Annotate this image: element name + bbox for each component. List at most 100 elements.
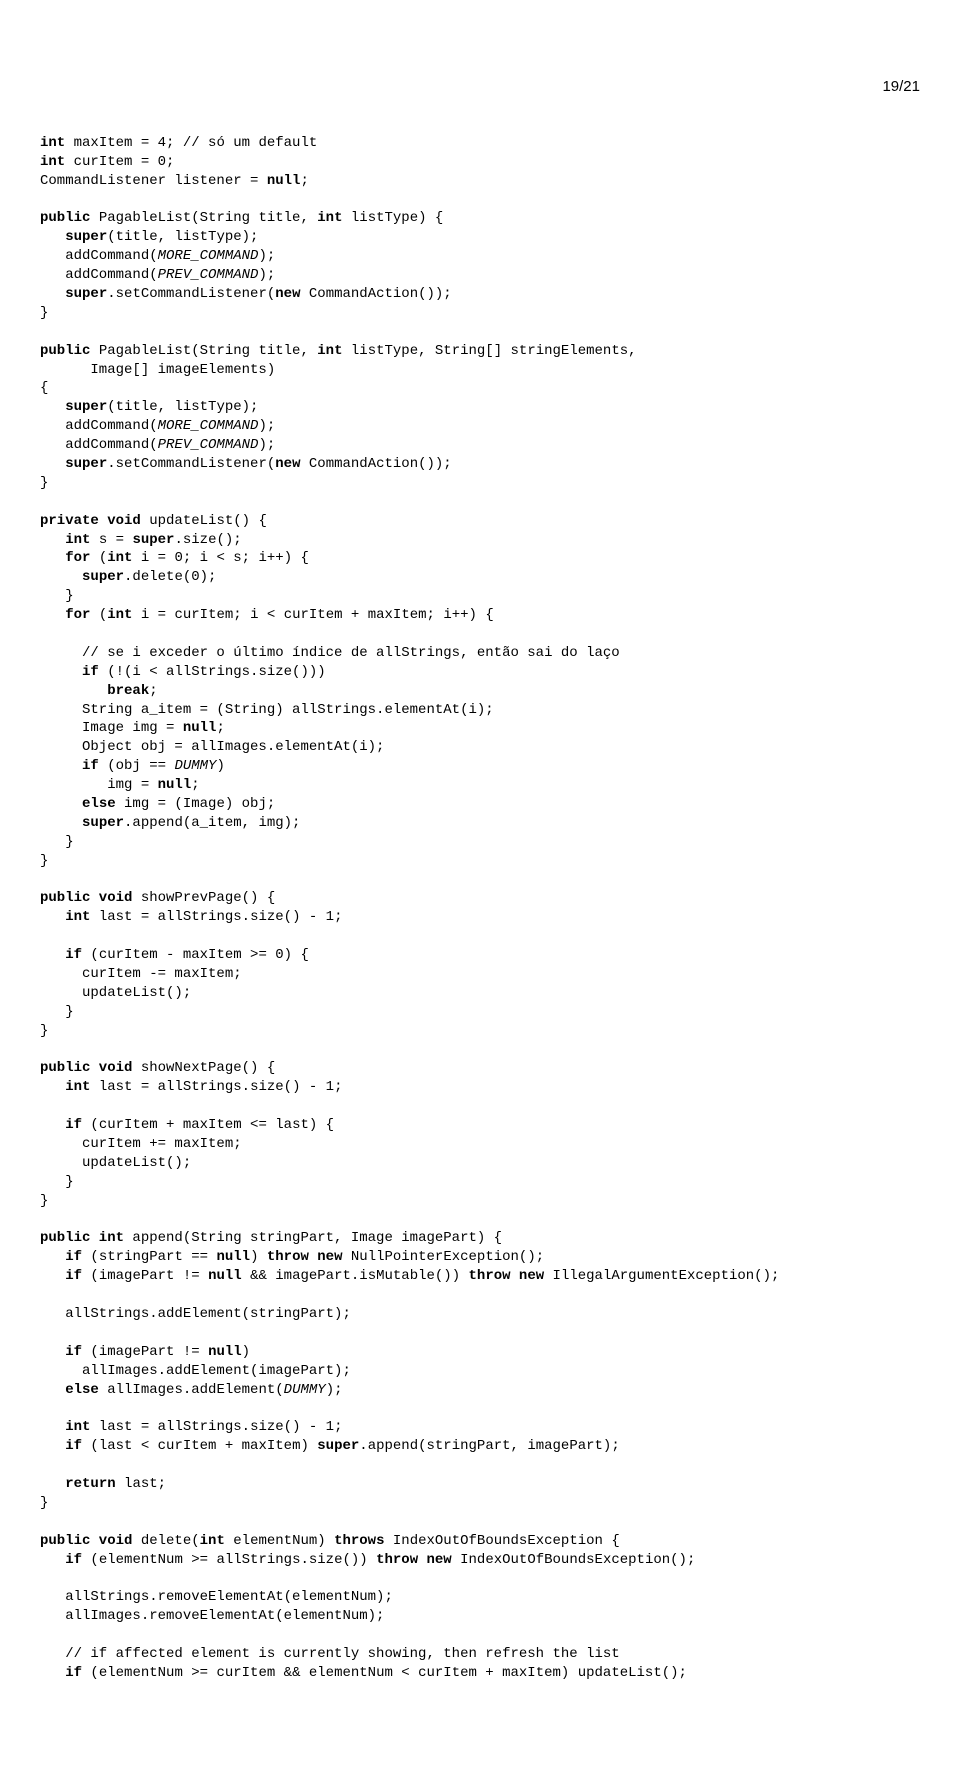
kw-null: null [158, 777, 192, 793]
code-text: img = (Image) obj; [116, 796, 276, 812]
code-text: ; [191, 777, 199, 793]
kw-int: int [317, 343, 342, 359]
code-text [40, 1079, 65, 1095]
code-text [40, 947, 65, 963]
kw-int: int [65, 532, 90, 548]
code-text: .append(a_item, img); [124, 815, 300, 831]
kw-if: if [65, 1117, 82, 1133]
code-text [40, 683, 107, 699]
kw-throws: throws [334, 1533, 384, 1549]
kw-int: int [107, 550, 132, 566]
kw-super: super [132, 532, 174, 548]
code-text: (!(i < allStrings.size())) [99, 664, 326, 680]
code-text: ) [250, 1249, 267, 1265]
code-text: ) [242, 1344, 250, 1360]
code-text: (last < curItem + maxItem) [82, 1438, 317, 1454]
kw-public-void: public void [40, 1533, 132, 1549]
code-text [40, 1552, 65, 1568]
code-text: addCommand( [40, 248, 158, 264]
code-text: i = curItem; i < curItem + maxItem; i++)… [132, 607, 493, 623]
kw-break: break [107, 683, 149, 699]
kw-if: if [82, 758, 99, 774]
code-text: } [40, 853, 48, 869]
code-text: CommandAction()); [300, 286, 451, 302]
page-number: 19/21 [40, 77, 920, 97]
code-text: last = allStrings.size() - 1; [90, 1079, 342, 1095]
code-text: last = allStrings.size() - 1; [90, 1419, 342, 1435]
kw-null: null [208, 1344, 242, 1360]
code-text: .size(); [174, 532, 241, 548]
code-block: int maxItem = 4; // só um default int cu… [40, 134, 920, 1683]
code-text: ; [149, 683, 157, 699]
code-text: CommandListener listener = [40, 173, 267, 189]
kw-null: null [216, 1249, 250, 1265]
code-text: curItem -= maxItem; [40, 966, 242, 982]
code-text [40, 607, 65, 623]
code-text: last = allStrings.size() - 1; [90, 909, 342, 925]
code-text [40, 1476, 65, 1492]
code-text: } [40, 1004, 74, 1020]
code-text [40, 1268, 65, 1284]
code-text [40, 1249, 65, 1265]
code-text: ); [326, 1382, 343, 1398]
kw-new: new [275, 456, 300, 472]
kw-int: int [65, 909, 90, 925]
const: MORE_COMMAND [158, 418, 259, 434]
code-text: } [40, 1023, 48, 1039]
kw-int: int [40, 154, 65, 170]
code-text: String a_item = (String) allStrings.elem… [40, 702, 494, 718]
const: MORE_COMMAND [158, 248, 259, 264]
code-text [40, 569, 82, 585]
kw-public: public [40, 343, 90, 359]
code-text: NullPointerException(); [343, 1249, 545, 1265]
kw-null: null [208, 1268, 242, 1284]
kw-return: return [65, 1476, 115, 1492]
kw-private-void: private void [40, 513, 141, 529]
code-text: (curItem - maxItem >= 0) { [82, 947, 309, 963]
kw-int: int [200, 1533, 225, 1549]
kw-if: if [65, 1268, 82, 1284]
code-text: (obj == [99, 758, 175, 774]
code-text: img = [40, 777, 158, 793]
code-text: addCommand( [40, 267, 158, 283]
code-text: } [40, 475, 48, 491]
code-text: IndexOutOfBoundsException { [385, 1533, 620, 1549]
code-text: .append(stringPart, imagePart); [359, 1438, 619, 1454]
code-text: } [40, 305, 48, 321]
code-text [40, 1665, 65, 1681]
code-text: curItem = 0; [65, 154, 174, 170]
code-text [40, 1382, 65, 1398]
code-text: ); [258, 267, 275, 283]
code-text: allStrings.addElement(stringPart); [40, 1306, 351, 1322]
code-text [40, 399, 65, 415]
kw-if: if [65, 1249, 82, 1265]
code-text: listType, String[] stringElements, [342, 343, 636, 359]
code-text: (title, listType); [107, 399, 258, 415]
code-text: ( [90, 550, 107, 566]
code-text: ; [300, 173, 308, 189]
kw-int: int [65, 1079, 90, 1095]
code-text: delete( [132, 1533, 199, 1549]
kw-public-int: public int [40, 1230, 124, 1246]
kw-super: super [317, 1438, 359, 1454]
code-text [40, 229, 65, 245]
kw-for: for [65, 550, 90, 566]
kw-if: if [65, 1552, 82, 1568]
code-text: { [40, 380, 48, 396]
code-text: } [40, 588, 74, 604]
code-text: PagableList(String title, [90, 343, 317, 359]
code-text: } [40, 834, 74, 850]
code-text: IndexOutOfBoundsException(); [452, 1552, 696, 1568]
code-text: listType) { [342, 210, 443, 226]
code-text [40, 1344, 65, 1360]
code-text: s = [90, 532, 132, 548]
code-text: .setCommandListener( [107, 286, 275, 302]
code-text: Image img = [40, 720, 183, 736]
code-text [40, 286, 65, 302]
const: PREV_COMMAND [158, 437, 259, 453]
code-text: Object obj = allImages.elementAt(i); [40, 739, 384, 755]
kw-int: int [65, 1419, 90, 1435]
code-text [40, 796, 82, 812]
code-text: && imagePart.isMutable()) [242, 1268, 469, 1284]
code-text: } [40, 1193, 48, 1209]
